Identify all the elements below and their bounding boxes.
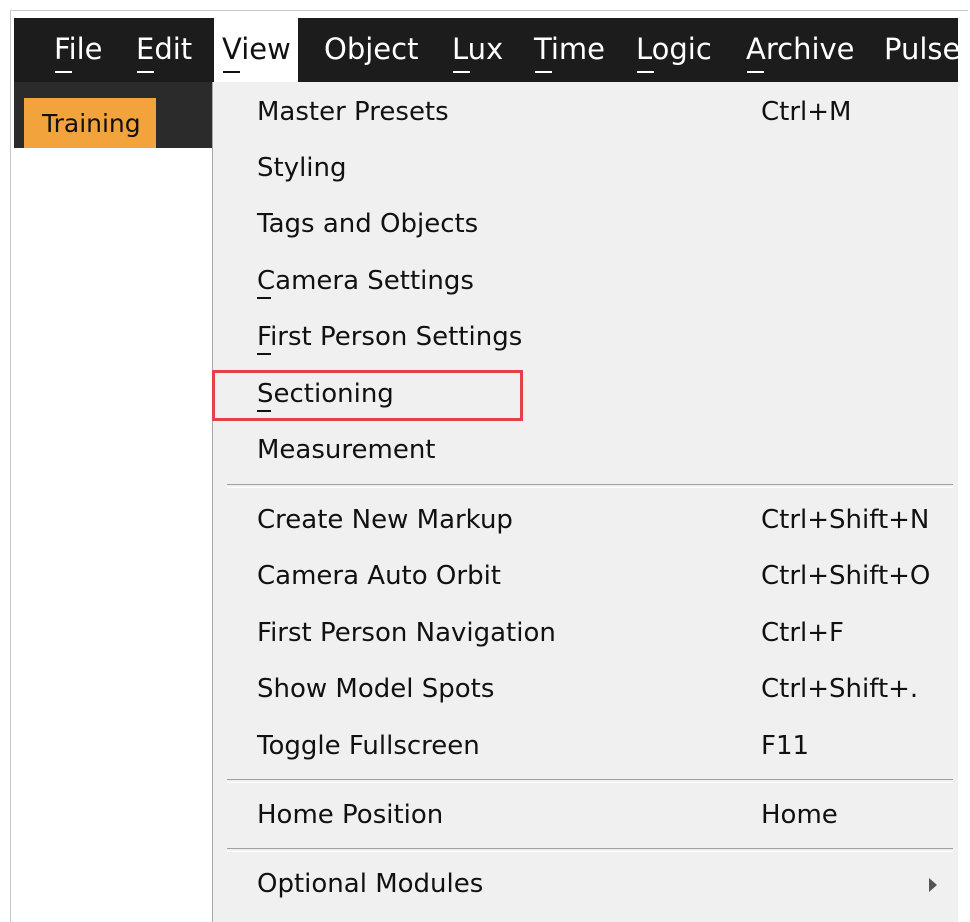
menu-lux[interactable]: Lux (452, 18, 503, 82)
menu-item-toggle-fullscreen[interactable]: Toggle Fullscreen F11 (213, 718, 959, 774)
menu-item-first-person-settings[interactable]: First Person Settings (213, 309, 959, 365)
menu-item-styling[interactable]: Styling (213, 140, 959, 196)
menu-item-camera-auto-orbit[interactable]: Camera Auto Orbit Ctrl+Shift+O (213, 548, 959, 604)
workspace-tab-training[interactable]: Training (24, 98, 156, 148)
menu-item-first-person-navigation[interactable]: First Person Navigation Ctrl+F (213, 605, 959, 661)
menu-bar: File Edit View Object Lux Time Logic Arc… (14, 18, 960, 82)
menu-separator (227, 779, 953, 783)
menu-item-show-model-spots[interactable]: Show Model Spots Ctrl+Shift+. (213, 661, 959, 717)
menu-item-create-new-markup[interactable]: Create New Markup Ctrl+Shift+N (213, 492, 959, 548)
menu-item-home-position[interactable]: Home Position Home (213, 787, 959, 843)
menu-item-measurement[interactable]: Measurement (213, 422, 959, 478)
menu-time[interactable]: Time (534, 18, 605, 82)
submenu-arrow-icon (929, 878, 937, 892)
menu-item-optional-modules[interactable]: Optional Modules (213, 856, 959, 912)
menu-item-camera-settings[interactable]: Camera Settings (213, 253, 959, 309)
menu-edit[interactable]: Edit (136, 18, 192, 82)
menu-file[interactable]: File (54, 18, 103, 82)
menu-logic[interactable]: Logic (636, 18, 712, 82)
menu-view[interactable]: View (214, 18, 298, 82)
menu-separator (227, 848, 953, 852)
menu-item-master-presets[interactable]: Master Presets Ctrl+M (213, 84, 959, 140)
menu-separator (227, 484, 953, 488)
menu-item-tags-and-objects[interactable]: Tags and Objects (213, 196, 959, 252)
menu-item-sectioning[interactable]: Sectioning (213, 366, 959, 422)
view-menu-dropdown: Master Presets Ctrl+M Styling Tags and O… (212, 82, 958, 922)
menu-object[interactable]: Object (324, 18, 418, 82)
menu-pulse[interactable]: Pulse (884, 18, 960, 82)
menu-archive[interactable]: Archive (746, 18, 855, 82)
